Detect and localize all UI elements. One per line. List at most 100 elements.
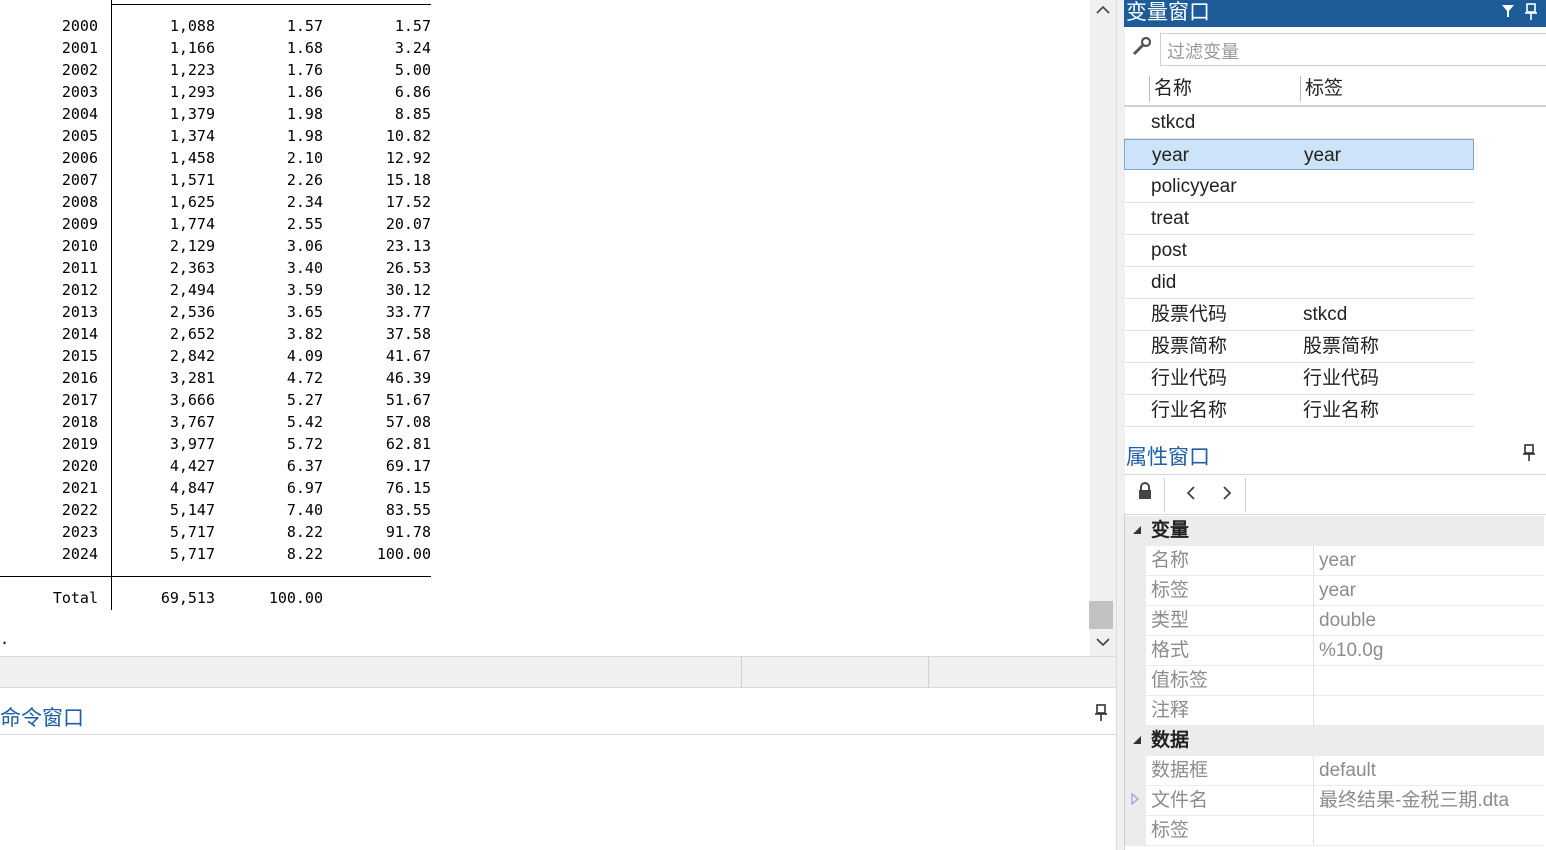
table-cell-freq: 1,374 (169, 127, 215, 145)
lock-icon[interactable] (1132, 478, 1158, 512)
variable-row[interactable]: 行业名称 行业名称 (1124, 395, 1474, 427)
variable-filter-input[interactable]: 过滤变量 (1160, 33, 1546, 66)
table-cell-cum: 23.13 (385, 237, 431, 255)
property-row[interactable]: 数据框 default (1124, 756, 1544, 786)
triangle-collapse-icon[interactable] (1132, 726, 1142, 756)
variable-row[interactable]: 股票简称 股票简称 (1124, 331, 1474, 363)
table-row: 2001 1,166 1.68 3.24 (0, 37, 440, 59)
table-cell-cum: 1.57 (394, 17, 431, 35)
table-cell-year: 2014 (61, 325, 98, 343)
triangle-collapse-icon[interactable] (1132, 516, 1142, 546)
column-header-label[interactable]: 标签 (1300, 76, 1343, 102)
wrench-icon[interactable] (1130, 36, 1152, 64)
property-value: year (1319, 580, 1356, 601)
chevron-right-icon[interactable] (1216, 478, 1238, 512)
table-cell-cum: 51.67 (385, 391, 431, 409)
command-input-area[interactable] (0, 735, 1116, 850)
table-row: 2023 5,717 8.22 91.78 (0, 521, 440, 543)
table-cell-cum: 76.15 (385, 479, 431, 497)
total-percent: 100.00 (268, 589, 323, 607)
property-key: 标签 (1151, 820, 1190, 841)
expand-arrow-icon[interactable] (1131, 786, 1139, 816)
variable-row[interactable]: did (1124, 267, 1474, 299)
table-row: 2020 4,427 6.37 69.17 (0, 455, 440, 477)
property-section[interactable]: 数据 (1124, 726, 1544, 756)
variable-row[interactable]: 股票代码 stkcd (1124, 299, 1474, 331)
property-key: 值标签 (1151, 670, 1209, 691)
pin-icon[interactable] (1522, 444, 1536, 467)
variable-row[interactable]: policyyear (1124, 171, 1474, 203)
variable-row[interactable]: stkcd (1124, 107, 1474, 139)
variable-name: stkcd (1151, 112, 1196, 133)
variable-label: stkcd (1303, 304, 1348, 325)
table-cell-year: 2002 (61, 61, 98, 79)
results-scrollbar[interactable] (1090, 0, 1116, 656)
variable-label: 行业代码 (1303, 368, 1380, 389)
table-cell-percent: 8.22 (286, 523, 323, 541)
table-cell-cum: 91.78 (385, 523, 431, 541)
table-cell-year: 2018 (61, 413, 98, 431)
variable-name: year (1152, 145, 1189, 166)
table-cell-percent: 1.76 (286, 61, 323, 79)
property-section[interactable]: 变量 (1124, 516, 1544, 546)
command-window-header: 命令窗口 (0, 690, 1116, 735)
variable-row[interactable]: year year (1124, 139, 1474, 170)
property-row[interactable]: 标签 (1124, 816, 1544, 846)
variable-row[interactable]: post (1124, 235, 1474, 267)
property-divider (1313, 606, 1314, 636)
table-cell-cum: 69.17 (385, 457, 431, 475)
table-row: 2019 3,977 5.72 62.81 (0, 433, 440, 455)
property-divider (1313, 756, 1314, 786)
property-gutter (1124, 756, 1146, 786)
properties-left-border (1124, 514, 1125, 850)
property-divider (1313, 666, 1314, 696)
properties-window-title: 属性窗口 (1126, 446, 1210, 469)
variable-row[interactable]: 行业代码 行业代码 (1124, 363, 1474, 395)
table-cell-percent: 1.98 (286, 127, 323, 145)
table-cell-cum: 30.12 (385, 281, 431, 299)
property-row[interactable]: 标签 year (1124, 576, 1544, 606)
table-row: 2021 4,847 6.97 76.15 (0, 477, 440, 499)
table-cell-freq: 2,842 (169, 347, 215, 365)
properties-window-header: 属性窗口 (1124, 436, 1546, 475)
chevron-down-icon[interactable] (1090, 632, 1116, 652)
property-key: 格式 (1151, 640, 1190, 661)
property-divider (1313, 816, 1314, 846)
table-cell-percent: 5.72 (286, 435, 323, 453)
chevron-left-icon[interactable] (1180, 478, 1202, 512)
property-row[interactable]: 文件名 最终结果-金税三期.dta (1124, 786, 1544, 816)
pin-icon[interactable] (1094, 704, 1108, 727)
table-row: 2014 2,652 3.82 37.58 (0, 323, 440, 345)
table-cell-percent: 1.98 (286, 105, 323, 123)
scroll-thumb[interactable] (1089, 601, 1113, 629)
property-key: 文件名 (1151, 790, 1209, 811)
table-cell-cum: 62.81 (385, 435, 431, 453)
table-row: 2008 1,625 2.34 17.52 (0, 191, 440, 213)
table-cell-freq: 2,363 (169, 259, 215, 277)
property-row[interactable]: 格式 %10.0g (1124, 636, 1544, 666)
variable-label: 行业名称 (1303, 400, 1380, 421)
table-cell-year: 2011 (61, 259, 98, 277)
property-value: default (1319, 760, 1377, 781)
column-header-name[interactable]: 名称 (1149, 76, 1192, 102)
table-cell-cum: 41.67 (385, 347, 431, 365)
property-gutter (1124, 636, 1146, 666)
table-total-rule (0, 576, 431, 577)
pin-icon[interactable] (1524, 3, 1538, 26)
table-cell-freq: 3,666 (169, 391, 215, 409)
variable-row[interactable]: treat (1124, 203, 1474, 235)
table-cell-percent: 2.55 (286, 215, 323, 233)
property-row[interactable]: 类型 double (1124, 606, 1544, 636)
table-cell-percent: 6.37 (286, 457, 323, 475)
table-cell-year: 2007 (61, 171, 98, 189)
table-row: 2007 1,571 2.26 15.18 (0, 169, 440, 191)
property-row[interactable]: 注释 (1124, 696, 1544, 726)
table-cell-freq: 3,977 (169, 435, 215, 453)
table-row: 2012 2,494 3.59 30.12 (0, 279, 440, 301)
chevron-up-icon[interactable] (1090, 0, 1116, 20)
property-row[interactable]: 名称 year (1124, 546, 1544, 576)
filter-icon[interactable] (1501, 4, 1515, 23)
property-row[interactable]: 值标签 (1124, 666, 1544, 696)
table-cell-year: 2023 (61, 523, 98, 541)
table-cell-percent: 2.10 (286, 149, 323, 167)
